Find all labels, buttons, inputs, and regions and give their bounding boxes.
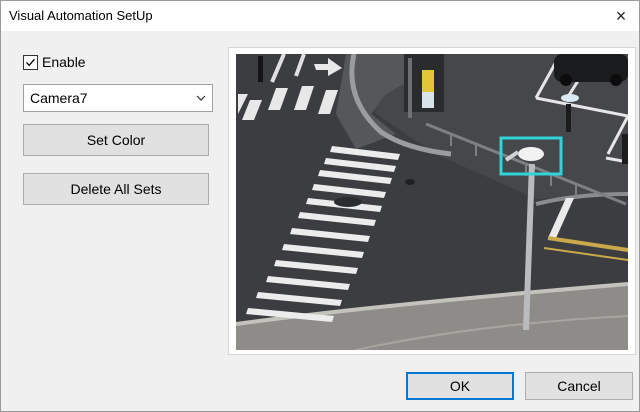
camera-preview-panel [228, 47, 636, 355]
enable-label: Enable [42, 54, 86, 70]
chevron-down-icon [195, 91, 207, 107]
dialog-body: Enable Camera7 Set Color Delete All Sets [1, 31, 639, 411]
enable-checkbox[interactable]: Enable [23, 54, 86, 70]
ok-button[interactable]: OK [406, 372, 514, 400]
camera-select[interactable]: Camera7 [23, 84, 213, 112]
window-title: Visual Automation SetUp [9, 8, 153, 23]
delete-all-sets-button[interactable]: Delete All Sets [23, 173, 209, 205]
camera-feed[interactable] [236, 54, 628, 350]
cancel-button[interactable]: Cancel [525, 372, 633, 400]
camera-select-value: Camera7 [30, 90, 88, 106]
dialog-window: Visual Automation SetUp × Enable Camera7… [0, 0, 640, 412]
title-bar: Visual Automation SetUp × [1, 1, 639, 31]
close-icon[interactable]: × [609, 4, 633, 28]
set-color-button[interactable]: Set Color [23, 124, 209, 156]
checkbox-icon[interactable] [23, 54, 38, 70]
